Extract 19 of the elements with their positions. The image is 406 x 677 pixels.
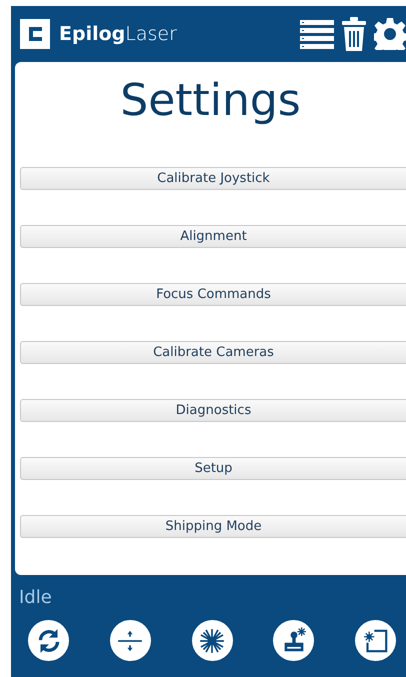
frame-button[interactable] xyxy=(355,620,396,661)
brand-logo: EpilogLaser xyxy=(59,23,177,45)
menu-button[interactable]: Calibrate Joystick xyxy=(20,167,406,190)
menu-button[interactable]: Calibrate Cameras xyxy=(20,341,406,364)
joystick-button[interactable] xyxy=(273,620,314,661)
settings-icon[interactable] xyxy=(374,18,406,50)
list-icon[interactable] xyxy=(300,19,334,49)
menu-button[interactable]: Shipping Mode xyxy=(20,515,406,538)
logo-icon xyxy=(20,19,50,49)
trash-icon[interactable] xyxy=(342,17,366,51)
menu-button[interactable]: Setup xyxy=(20,457,406,480)
starburst-button[interactable] xyxy=(192,620,232,661)
refresh-button[interactable] xyxy=(28,620,69,661)
menu-button[interactable]: Alignment xyxy=(20,225,406,248)
menu-button[interactable]: Focus Commands xyxy=(20,283,406,306)
menu-button[interactable]: Diagnostics xyxy=(20,399,406,422)
page-title: Settings xyxy=(119,74,302,128)
focus-button[interactable] xyxy=(110,620,151,661)
status-text: Idle xyxy=(19,587,52,608)
